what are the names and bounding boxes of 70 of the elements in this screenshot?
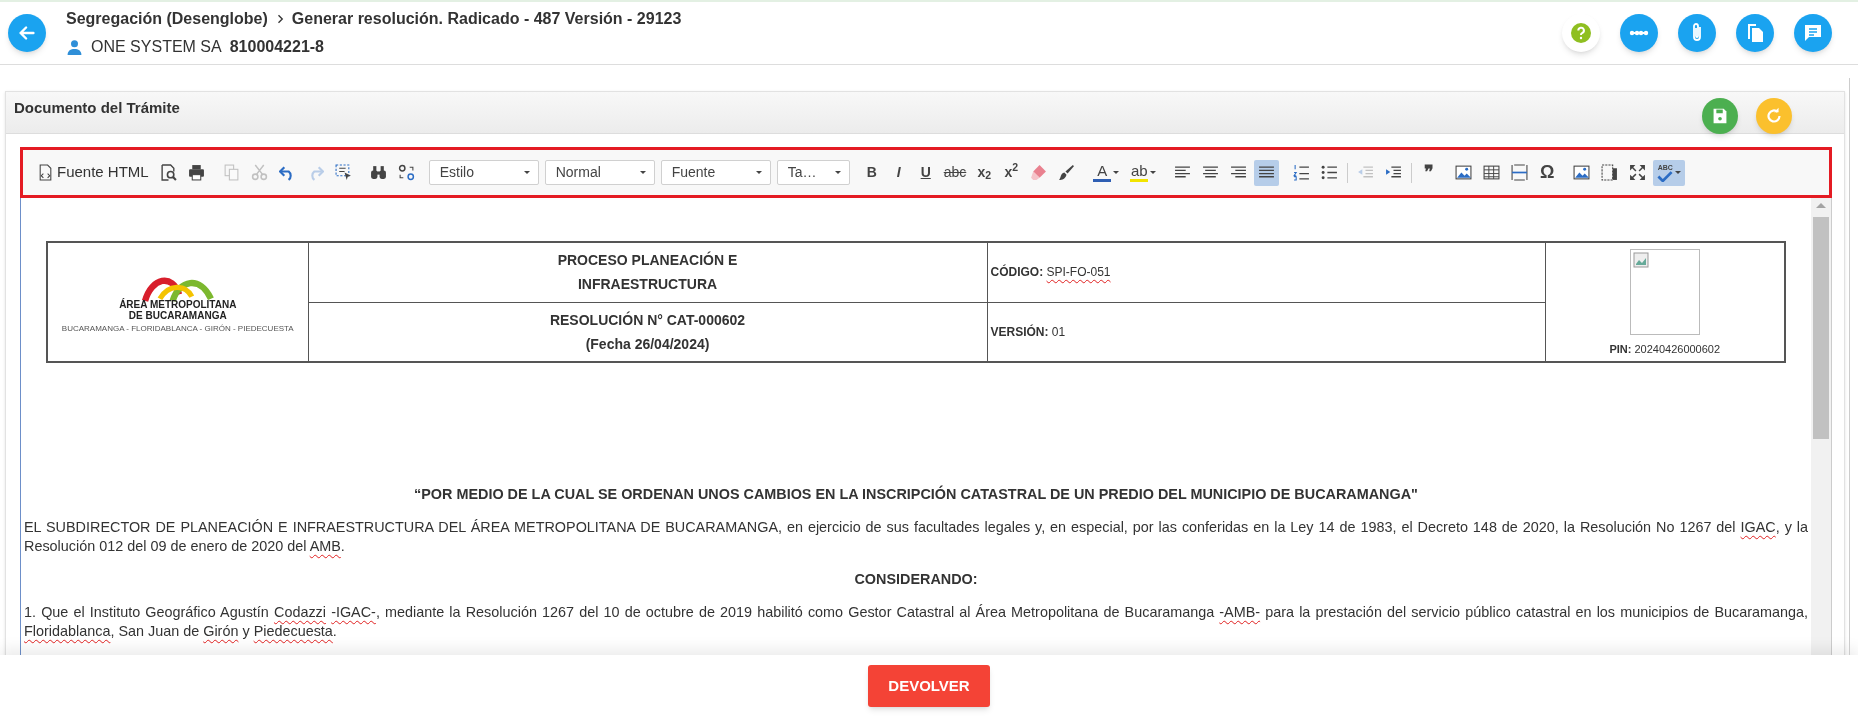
bulleted-list-icon [1321, 164, 1339, 181]
maximize-icon [1629, 164, 1647, 181]
color-button[interactable]: A [1089, 159, 1124, 186]
select-all-icon [334, 164, 352, 181]
caret-down-icon [755, 171, 762, 174]
comments-button[interactable] [1794, 14, 1832, 52]
paragraph: EL SUBDIRECTOR DE PLANEACIÓN E INFRAESTRUCTURA DEL ÁREA METROPOLITANA DE BUCARAMANGA, en ejercicio de sus facultades legales y, en especial, por las conferidas en la Ley 14 de 1983, el Decreto 148 de 2020, la Resolución No 1267 del IGAC, y la Resolución 012 del 09 de enero de 2020 del AMB. [24, 518, 1808, 556]
dropdown[interactable]: Fuente [660, 160, 771, 185]
person-icon [66, 38, 83, 56]
logo-subtitle: BUCARAMANGA - FLORIDABLANCA - GIRÓN - PIEDECUESTA [61, 323, 294, 335]
cut-icon [250, 164, 268, 181]
attachment-button[interactable] [1678, 14, 1716, 52]
caret-down-icon [1150, 171, 1157, 174]
format-button[interactable]: ❞ [1417, 159, 1442, 186]
copy-icon [222, 164, 240, 181]
dropdown[interactable]: Estilo [428, 160, 539, 185]
heading-text: “POR MEDIO DE LA CUAL SE ORDENAN UNOS CAMBIOS EN LA INSCRIPCIÓN CATASTRAL DE UN PREDIO DEL MUNICIPIO DE BUCARAMANGA" [413, 485, 1419, 504]
breadcrumb-item: Generar resolución. Radicado - 487 Versión - 29123 [291, 9, 682, 29]
broken-image-icon [1632, 251, 1649, 268]
replace-icon [397, 164, 415, 181]
check-icon [1657, 170, 1674, 182]
color-button[interactable]: ab [1126, 159, 1161, 186]
iframe-icon [1601, 164, 1619, 181]
format-button[interactable]: x$^{2}$ [999, 159, 1024, 186]
company-nit: 810004221-8 [229, 37, 324, 57]
documents-button[interactable] [1736, 14, 1774, 52]
dropdown[interactable]: Normal [544, 160, 655, 185]
image-icon [1573, 164, 1591, 181]
caret-down-icon [834, 171, 841, 174]
brush-icon [1058, 164, 1076, 181]
preview-icon [159, 164, 177, 181]
justify-button[interactable] [1254, 159, 1280, 186]
caret-down-icon [639, 171, 646, 174]
heading-text: CONSIDERANDO: [853, 570, 979, 589]
company-name: ONE SYSTEM SA [91, 37, 222, 57]
back-button[interactable] [8, 14, 46, 52]
save-button[interactable] [1702, 98, 1738, 134]
image-icon [1455, 164, 1473, 181]
format-button[interactable]: I [886, 159, 911, 186]
dropdown[interactable]: Ta… [776, 160, 850, 185]
scrollbar-thumb[interactable] [1813, 217, 1829, 439]
code-text: CÓDIGO: SPI-FO-051 [990, 263, 1112, 282]
question-mark-icon [1569, 21, 1593, 45]
source-button[interactable]: Fuente HTML [33, 159, 153, 186]
panel-title: Documento del Trámite [14, 98, 180, 119]
format-button[interactable]: U [913, 159, 938, 186]
horizontal-line-icon [1511, 164, 1529, 181]
pin-text: PIN: 20240426000602 [1609, 341, 1721, 357]
version-text: VERSIÓN: 01 [990, 323, 1067, 341]
caret-down-icon [1113, 171, 1120, 174]
breadcrumb-item: Segregación (Desenglobe) [66, 9, 268, 29]
print-icon [187, 164, 205, 181]
source-icon [37, 164, 54, 181]
scroll-up-icon [1816, 202, 1826, 209]
caret-down-icon [1675, 171, 1682, 174]
numbered-list-icon [1293, 164, 1311, 181]
binoculars-icon [369, 164, 387, 181]
format-button[interactable]: x$_{2}$ [972, 159, 997, 186]
resolution-number: RESOLUCIÓN N° CAT-000602 (Fecha 26/04/2024) [548, 310, 747, 354]
format-button[interactable]: B [859, 159, 884, 186]
paragraph: 1. Que el Instituto Geográfico Agustín Codazzi -IGAC-, mediante la Resolución 1267 del 10 de octubre de 2019 habilitó como Gestor Catastral al Área Metropolitana de Bucaramanga -AMB- para la prestación del servicio público catastral en los municipios de Bucaramanga, Floridablanca, San Juan de Girón y Piedecuesta. [24, 603, 1808, 641]
table-icon [1483, 164, 1501, 181]
return-button[interactable]: DEVOLVER [868, 665, 990, 707]
logo-name: ÁREA METROPOLITANA DE BUCARAMANGA [118, 299, 238, 321]
caret-down-icon [523, 171, 530, 174]
eraser-icon [1030, 164, 1048, 181]
format-button[interactable]: Ω [1535, 159, 1560, 186]
process-name: PROCESO PLANEACIÓN E INFRAESTRUCTURA [556, 250, 739, 295]
workflow-button[interactable] [1620, 14, 1658, 52]
format-button[interactable]: abc [940, 159, 970, 186]
